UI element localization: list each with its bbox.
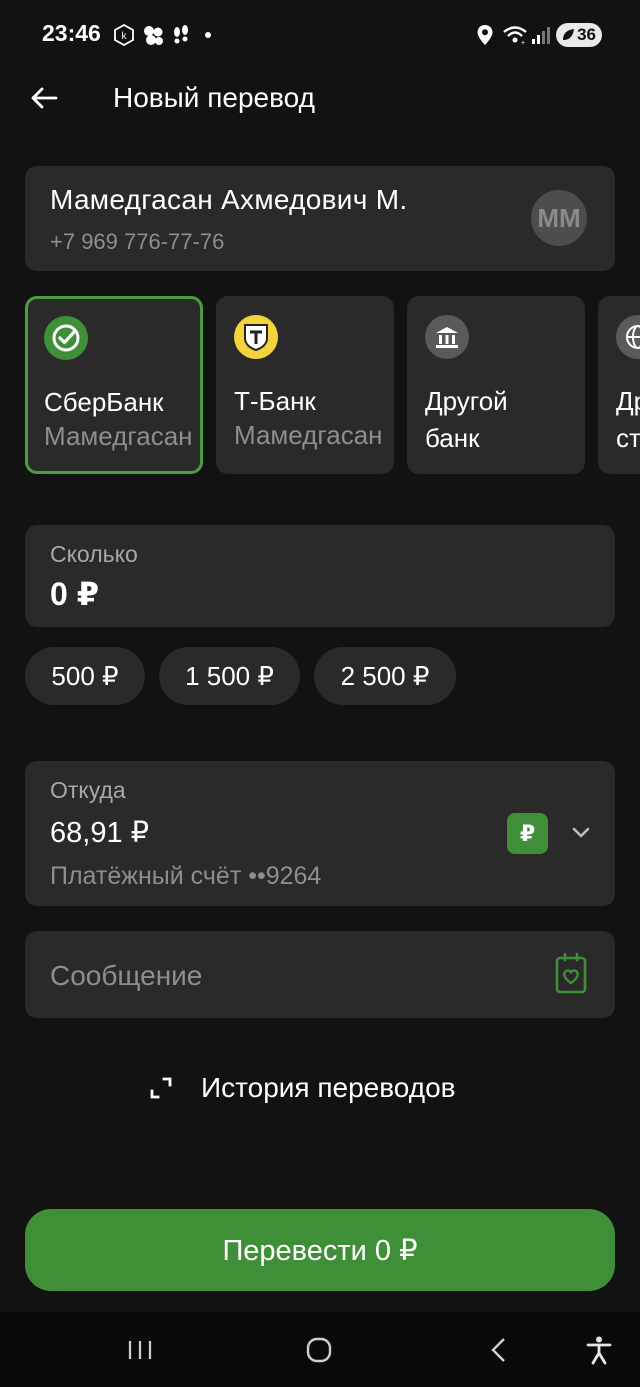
bank-recipient: Мамедгасан bbox=[234, 420, 383, 450]
expand-icon bbox=[150, 1077, 172, 1099]
quick-amount-chip[interactable]: 2 500 ₽ bbox=[314, 647, 456, 705]
bank-name: Другой bbox=[425, 386, 508, 416]
sberbank-icon bbox=[44, 316, 88, 360]
bank-recipient: Мамедгасан bbox=[44, 421, 193, 451]
source-account-selector[interactable]: Откуда 68,91 ₽ Платёжный счёт ••9264 ₽ bbox=[25, 761, 615, 906]
bank-option-other[interactable]: Другой банк bbox=[407, 296, 585, 474]
bank-name: Т-Банк bbox=[234, 386, 316, 416]
ruble-currency-icon: ₽ bbox=[507, 813, 548, 854]
source-account-label: Откуда bbox=[50, 777, 126, 803]
amount-value[interactable]: 0 ₽ bbox=[50, 575, 99, 613]
bank-building-icon bbox=[425, 315, 469, 359]
bank-selector: СберБанк Мамедгасан Т-Банк Мамедгасан Др… bbox=[25, 296, 640, 476]
location-icon bbox=[477, 25, 493, 45]
bank-name-second-line: ст bbox=[616, 423, 640, 453]
home-icon[interactable] bbox=[304, 1335, 334, 1365]
amount-label: Сколько bbox=[50, 541, 138, 567]
back-button[interactable] bbox=[26, 80, 62, 116]
quick-amount-chip[interactable]: 1 500 ₽ bbox=[159, 647, 300, 705]
battery-level: 36 bbox=[577, 25, 596, 44]
recipient-name: Мамедгасан Ахмедович М. bbox=[50, 184, 408, 215]
source-account-balance: 68,91 ₽ bbox=[50, 817, 150, 849]
message-field[interactable]: Сообщение bbox=[25, 931, 615, 1018]
transfer-submit-button[interactable]: Перевести 0 ₽ bbox=[25, 1209, 615, 1291]
avatar: ММ bbox=[531, 190, 587, 246]
bank-name: Др bbox=[616, 386, 640, 416]
signal-icon bbox=[532, 27, 550, 44]
amount-field[interactable]: Сколько 0 ₽ bbox=[25, 525, 615, 627]
source-account-number: Платёжный счёт ••9264 bbox=[50, 862, 322, 890]
svg-text:+: + bbox=[521, 40, 525, 45]
recipient-phone: +7 969 776-77-76 bbox=[50, 229, 225, 254]
bank-option-other-country[interactable]: Др ст bbox=[598, 296, 640, 474]
arrow-left-icon bbox=[31, 87, 58, 109]
battery-indicator: 36 bbox=[556, 23, 602, 47]
top-bar: Новый перевод bbox=[0, 70, 640, 130]
transfer-history-link[interactable]: История переводов bbox=[147, 1068, 456, 1108]
bank-name-second-line: банк bbox=[425, 423, 480, 453]
tbank-icon bbox=[234, 315, 278, 359]
svg-text:k: k bbox=[122, 31, 128, 42]
status-time: 23:46 bbox=[42, 20, 101, 46]
bank-name: СберБанк bbox=[44, 387, 164, 417]
kaspersky-icon: k bbox=[114, 24, 134, 46]
globe-icon bbox=[616, 315, 640, 359]
notification-dot bbox=[205, 32, 211, 38]
status-bar: 23:46 k + 36 bbox=[0, 0, 640, 70]
recipient-card[interactable]: Мамедгасан Ахмедович М. +7 969 776-77-76… bbox=[25, 166, 615, 271]
bank-option-tbank[interactable]: Т-Банк Мамедгасан bbox=[216, 296, 394, 474]
recent-apps-icon[interactable] bbox=[125, 1335, 155, 1365]
wifi-icon: + bbox=[503, 26, 527, 45]
chevron-down-icon[interactable] bbox=[569, 823, 593, 843]
postcard-heart-icon[interactable] bbox=[554, 952, 588, 996]
battery-saver-icon bbox=[563, 29, 574, 40]
app-notification-icon bbox=[144, 26, 163, 45]
transfer-screen: 23:46 k + 36 Новый перевод Мамедгасан Ах… bbox=[0, 0, 640, 1387]
bank-option-sberbank[interactable]: СберБанк Мамедгасан bbox=[25, 296, 203, 474]
footsteps-icon bbox=[174, 25, 188, 44]
message-placeholder: Сообщение bbox=[50, 960, 203, 991]
accessibility-icon[interactable] bbox=[584, 1335, 614, 1365]
quick-amount-chip[interactable]: 500 ₽ bbox=[25, 647, 145, 705]
back-nav-icon[interactable] bbox=[484, 1335, 514, 1365]
page-title: Новый перевод bbox=[113, 82, 315, 113]
system-navigation-bar bbox=[0, 1312, 640, 1387]
transfer-history-label: История переводов bbox=[201, 1072, 456, 1103]
